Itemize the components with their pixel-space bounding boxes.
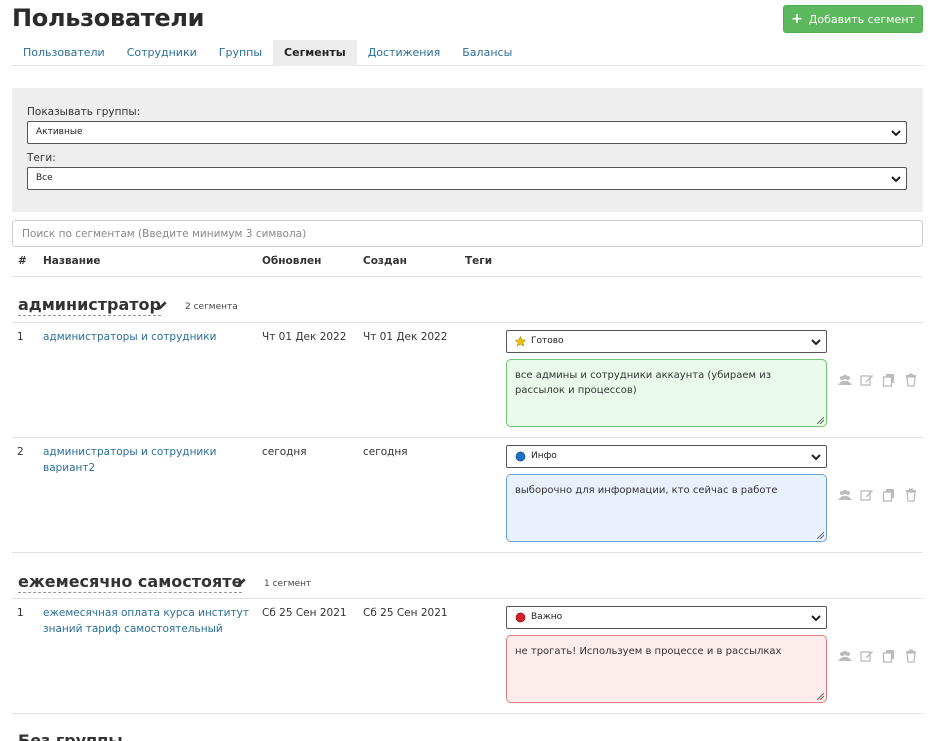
users-icon[interactable]	[838, 373, 852, 387]
chevron-down-icon	[811, 615, 821, 622]
star-icon	[515, 336, 526, 347]
groups-filter-value: Активные	[36, 127, 83, 137]
group-title[interactable]: Без группы	[18, 731, 123, 741]
tab-segments[interactable]: Сегменты	[273, 40, 357, 66]
column-header-num: #	[18, 255, 27, 267]
chevron-down-icon	[811, 339, 821, 346]
divider	[12, 713, 923, 714]
tag-select[interactable]: Готово	[506, 330, 827, 353]
created-date: сегодня	[363, 446, 408, 458]
copy-icon[interactable]	[882, 649, 896, 663]
pencil-icon[interactable]	[236, 577, 247, 588]
segment-note-textarea[interactable]: все админы и сотрудники аккаунта (убирае…	[506, 359, 827, 427]
users-icon[interactable]	[838, 649, 852, 663]
tags-filter-select[interactable]: Все	[27, 167, 907, 190]
column-header-name: Название	[43, 255, 101, 267]
tag-value: Инфо	[531, 451, 557, 461]
tag-select[interactable]: Инфо	[506, 445, 827, 468]
column-header-tags: Теги	[465, 255, 493, 267]
segment-note-text: все админы и сотрудники аккаунта (убирае…	[515, 370, 772, 396]
column-header-updated: Обновлен	[262, 255, 322, 267]
row-number: 1	[17, 331, 24, 343]
blue-circle-icon	[515, 451, 526, 462]
resize-handle-icon[interactable]	[817, 417, 824, 424]
created-date: Чт 01 Дек 2022	[363, 331, 448, 343]
filter-panel: Показывать группы: Активные Теги: Все	[12, 88, 923, 212]
resize-handle-icon[interactable]	[817, 532, 824, 539]
tab-groups[interactable]: Группы	[208, 40, 273, 66]
tab-balances[interactable]: Балансы	[451, 40, 523, 66]
row-actions	[838, 488, 918, 502]
segment-note-text: выборочно для информации, кто сейчас в р…	[515, 485, 778, 496]
divider	[12, 552, 923, 553]
page-title: Пользователи	[12, 4, 205, 32]
tab-users[interactable]: Пользователи	[12, 40, 116, 66]
group-title[interactable]: ежемесячно самостояте	[18, 572, 243, 593]
tag-value: Готово	[531, 336, 564, 346]
segment-note-textarea[interactable]: не трогать! Используем в процессе и в ра…	[506, 635, 827, 703]
resize-handle-icon[interactable]	[817, 693, 824, 700]
segment-search-input[interactable]	[12, 220, 923, 247]
groups-filter-select[interactable]: Активные	[27, 121, 907, 144]
updated-date: Сб 25 Сен 2021	[262, 607, 347, 619]
pencil-icon[interactable]	[157, 300, 168, 311]
updated-date: Чт 01 Дек 2022	[262, 331, 347, 343]
plus-icon: +	[791, 11, 803, 27]
row-number: 2	[17, 446, 24, 458]
chevron-down-icon	[891, 130, 901, 137]
tab-bar: Пользователи Сотрудники Группы Сегменты …	[12, 40, 923, 66]
created-date: Сб 25 Сен 2021	[363, 607, 448, 619]
segment-note-text: не трогать! Используем в процессе и в ра…	[515, 646, 782, 657]
red-circle-icon	[515, 612, 526, 623]
copy-icon[interactable]	[882, 488, 896, 502]
tag-value: Важно	[531, 612, 563, 622]
divider	[12, 598, 923, 599]
row-actions	[838, 373, 918, 387]
tags-filter-value: Все	[36, 173, 53, 183]
edit-icon[interactable]	[860, 488, 874, 502]
users-icon[interactable]	[838, 488, 852, 502]
tab-employees[interactable]: Сотрудники	[116, 40, 208, 66]
tab-achievements[interactable]: Достижения	[357, 40, 452, 66]
column-header-created: Создан	[363, 255, 407, 267]
copy-icon[interactable]	[882, 373, 896, 387]
chevron-down-icon	[891, 176, 901, 183]
segment-note-textarea[interactable]: выборочно для информации, кто сейчас в р…	[506, 474, 827, 542]
segment-name-link[interactable]: администраторы и сотрудники вариант2	[43, 444, 253, 476]
edit-icon[interactable]	[860, 649, 874, 663]
row-actions	[838, 649, 918, 663]
trash-icon[interactable]	[904, 488, 918, 502]
tags-filter-label: Теги:	[27, 152, 56, 164]
row-number: 1	[17, 607, 24, 619]
segment-name-link[interactable]: ежемесячная оплата курса институт знаний…	[43, 605, 253, 637]
divider	[12, 276, 923, 277]
updated-date: сегодня	[262, 446, 307, 458]
divider	[12, 322, 923, 323]
tag-select[interactable]: Важно	[506, 606, 827, 629]
group-segment-count: 1 сегмент	[264, 579, 312, 589]
trash-icon[interactable]	[904, 373, 918, 387]
add-segment-label: Добавить сегмент	[808, 12, 915, 26]
group-segment-count: 2 сегмента	[185, 302, 238, 312]
trash-icon[interactable]	[904, 649, 918, 663]
segment-name-link[interactable]: администраторы и сотрудники	[43, 329, 253, 345]
divider	[12, 437, 923, 438]
group-title[interactable]: администратор	[18, 295, 161, 316]
add-segment-button[interactable]: + Добавить сегмент	[783, 5, 923, 33]
chevron-down-icon	[811, 454, 821, 461]
groups-filter-label: Показывать группы:	[27, 106, 141, 118]
edit-icon[interactable]	[860, 373, 874, 387]
